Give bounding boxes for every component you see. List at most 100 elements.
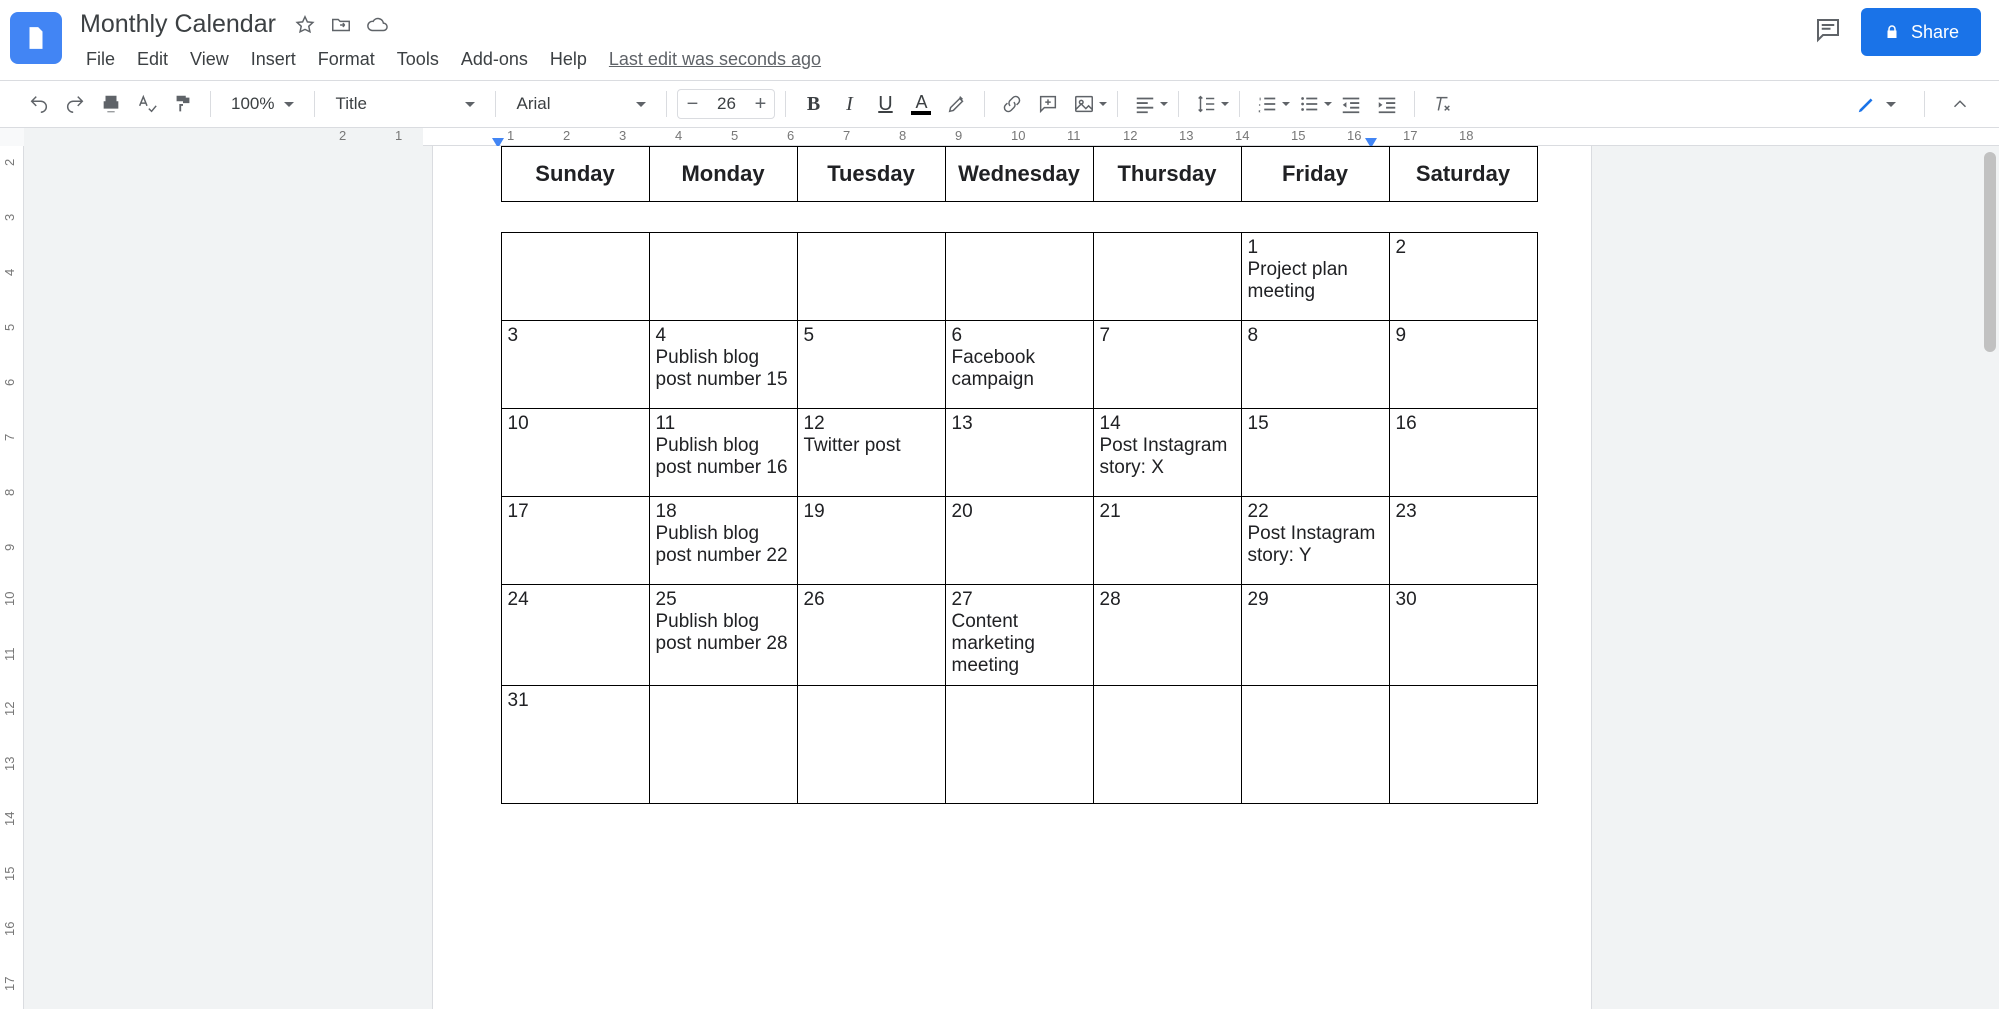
calendar-cell[interactable] <box>501 233 649 321</box>
calendar-cell[interactable]: 15 <box>1241 409 1389 497</box>
document-canvas[interactable]: SundayMondayTuesdayWednesdayThursdayFrid… <box>24 146 1999 1009</box>
calendar-cell[interactable]: 2 <box>1389 233 1537 321</box>
underline-button[interactable]: U <box>868 87 902 121</box>
calendar-cell[interactable]: 12Twitter post <box>797 409 945 497</box>
undo-button[interactable] <box>22 87 56 121</box>
calendar-cell[interactable]: 25Publish blog post number 28 <box>649 585 797 686</box>
calendar-cell[interactable] <box>945 686 1093 804</box>
menu-view[interactable]: View <box>180 45 239 74</box>
highlight-button[interactable] <box>940 87 974 121</box>
font-size-input[interactable] <box>706 93 746 115</box>
calendar-cell[interactable]: 7 <box>1093 321 1241 409</box>
calendar-cell[interactable]: 1Project plan meeting <box>1241 233 1389 321</box>
menu-insert[interactable]: Insert <box>241 45 306 74</box>
calendar-cell[interactable]: 3 <box>501 321 649 409</box>
pencil-icon <box>1856 93 1878 115</box>
style-dropdown[interactable]: Title <box>325 87 485 121</box>
star-icon[interactable] <box>294 14 316 36</box>
calendar-cell[interactable]: 5 <box>797 321 945 409</box>
calendar-cell[interactable]: 6Facebook campaign <box>945 321 1093 409</box>
cloud-saved-icon[interactable] <box>366 14 388 36</box>
text-color-button[interactable]: A <box>904 87 938 121</box>
ruler-tick: 9 <box>955 128 962 143</box>
insert-comment-button[interactable] <box>1031 87 1065 121</box>
calendar-cell[interactable]: 20 <box>945 497 1093 585</box>
insert-image-button[interactable] <box>1067 87 1107 121</box>
calendar-cell[interactable]: 27Content marketing meeting <box>945 585 1093 686</box>
calendar-cell[interactable]: 19 <box>797 497 945 585</box>
bulleted-list-dropdown[interactable] <box>1292 87 1332 121</box>
calendar-header-table[interactable]: SundayMondayTuesdayWednesdayThursdayFrid… <box>501 146 1538 202</box>
font-size-stepper[interactable]: − + <box>677 89 775 119</box>
calendar-cell[interactable]: 10 <box>501 409 649 497</box>
calendar-cell[interactable] <box>945 233 1093 321</box>
redo-button[interactable] <box>58 87 92 121</box>
last-edit-link[interactable]: Last edit was seconds ago <box>599 45 831 74</box>
print-button[interactable] <box>94 87 128 121</box>
calendar-cell[interactable]: 28 <box>1093 585 1241 686</box>
move-icon[interactable] <box>330 14 352 36</box>
horizontal-ruler[interactable]: 21123456789101112131415161718 <box>24 128 1999 146</box>
calendar-cell[interactable]: 11Publish blog post number 16 <box>649 409 797 497</box>
calendar-cell[interactable]: 26 <box>797 585 945 686</box>
calendar-cell[interactable]: 21 <box>1093 497 1241 585</box>
calendar-cell[interactable]: 22Post Instagram story: Y <box>1241 497 1389 585</box>
calendar-cell[interactable]: 23 <box>1389 497 1537 585</box>
editing-mode-dropdown[interactable] <box>1846 89 1906 119</box>
vertical-scrollbar[interactable] <box>1981 146 1999 1009</box>
font-size-decrease[interactable]: − <box>678 90 706 118</box>
docs-app-icon[interactable] <box>10 12 62 64</box>
calendar-cell[interactable]: 13 <box>945 409 1093 497</box>
calendar-cell[interactable]: 8 <box>1241 321 1389 409</box>
calendar-cell[interactable] <box>797 686 945 804</box>
calendar-cell[interactable]: 17 <box>501 497 649 585</box>
calendar-cell[interactable]: 16 <box>1389 409 1537 497</box>
calendar-cell[interactable] <box>1389 686 1537 804</box>
menu-format[interactable]: Format <box>308 45 385 74</box>
scrollbar-thumb[interactable] <box>1984 152 1996 352</box>
calendar-cell[interactable] <box>797 233 945 321</box>
menu-edit[interactable]: Edit <box>127 45 178 74</box>
decrease-indent-button[interactable] <box>1334 87 1368 121</box>
calendar-date: 7 <box>1100 325 1235 347</box>
calendar-cell[interactable]: 31 <box>501 686 649 804</box>
calendar-cell[interactable] <box>1093 233 1241 321</box>
line-spacing-dropdown[interactable] <box>1189 87 1229 121</box>
menu-file[interactable]: File <box>76 45 125 74</box>
italic-button[interactable]: I <box>832 87 866 121</box>
zoom-dropdown[interactable]: 100% <box>221 87 304 121</box>
menu-addons[interactable]: Add-ons <box>451 45 538 74</box>
vertical-ruler[interactable]: 234567891011121314151617 <box>0 146 24 1009</box>
bold-button[interactable]: B <box>796 87 830 121</box>
calendar-body-table[interactable]: 1Project plan meeting234Publish blog pos… <box>501 232 1538 804</box>
calendar-cell[interactable] <box>649 686 797 804</box>
ruler-tick: 10 <box>1011 128 1025 143</box>
calendar-cell[interactable]: 4Publish blog post number 15 <box>649 321 797 409</box>
paint-format-button[interactable] <box>166 87 200 121</box>
calendar-date: 6 <box>952 325 1087 347</box>
comment-history-icon[interactable] <box>1813 15 1843 50</box>
calendar-cell[interactable] <box>1093 686 1241 804</box>
calendar-cell[interactable]: 9 <box>1389 321 1537 409</box>
calendar-cell[interactable] <box>649 233 797 321</box>
calendar-cell[interactable]: 14Post Instagram story: X <box>1093 409 1241 497</box>
page[interactable]: SundayMondayTuesdayWednesdayThursdayFrid… <box>432 146 1592 1009</box>
insert-link-button[interactable] <box>995 87 1029 121</box>
calendar-cell[interactable] <box>1241 686 1389 804</box>
align-dropdown[interactable] <box>1128 87 1168 121</box>
increase-indent-button[interactable] <box>1370 87 1404 121</box>
document-title[interactable]: Monthly Calendar <box>76 8 280 41</box>
menu-help[interactable]: Help <box>540 45 597 74</box>
calendar-cell[interactable]: 30 <box>1389 585 1537 686</box>
font-dropdown[interactable]: Arial <box>506 87 656 121</box>
spellcheck-button[interactable] <box>130 87 164 121</box>
calendar-cell[interactable]: 24 <box>501 585 649 686</box>
calendar-cell[interactable]: 29 <box>1241 585 1389 686</box>
font-size-increase[interactable]: + <box>746 90 774 118</box>
numbered-list-dropdown[interactable] <box>1250 87 1290 121</box>
calendar-cell[interactable]: 18Publish blog post number 22 <box>649 497 797 585</box>
share-button[interactable]: Share <box>1861 8 1981 56</box>
clear-formatting-button[interactable] <box>1425 87 1459 121</box>
menu-tools[interactable]: Tools <box>387 45 449 74</box>
collapse-toolbar-button[interactable] <box>1943 87 1977 121</box>
